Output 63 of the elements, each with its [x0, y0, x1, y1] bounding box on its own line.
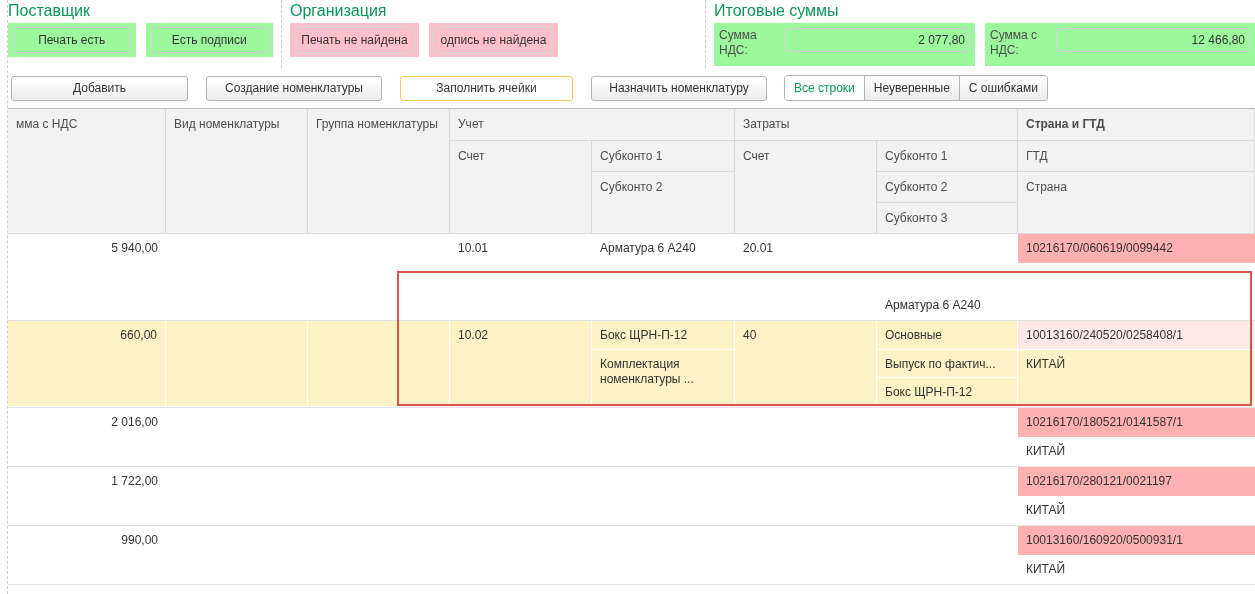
status-badge: Печать не найдена [290, 23, 419, 57]
column-header: Субконто 1 [600, 149, 663, 163]
toolbar-button[interactable]: Добавить [11, 75, 188, 101]
table-cell: 20.01 [743, 241, 774, 255]
gtd-cell: 10013160/160920/0500931/1 [1026, 533, 1183, 547]
table-row[interactable]: 990,00 10013160/160920/0500931/1 КИТАЙ [8, 526, 1255, 585]
column-header: ГТД [1026, 149, 1048, 163]
gtd-cell: 10013160/240520/0258408/1 [1026, 328, 1183, 342]
column-header: Вид номенклатуры [174, 117, 280, 131]
table-cell: Бокс ЩРН-П-12 [885, 385, 973, 399]
total-field: 12 466,80 [1056, 28, 1250, 52]
table-cell: КИТАЙ [1026, 503, 1066, 517]
table-cell: Арматура 6 А240 [885, 298, 981, 312]
column-header: Счет [458, 149, 485, 163]
table-row[interactable]: 660,00 10.02 Бокс ЩРН-П-12 Комплектация номенклатуры ... 40 Основные Выпуск по фактич... Бокс ЩРН-П-12 10013160/240520/0258408/1 КИТАЙ [8, 321, 1255, 408]
column-header: мма с НДС [16, 117, 78, 131]
filter-tab[interactable]: Неуверенные [864, 76, 960, 100]
column-header: Затраты [743, 117, 790, 131]
table-cell: КИТАЙ [1026, 562, 1066, 576]
table-cell: КИТАЙ [1026, 357, 1066, 371]
column-header: Страна [1026, 180, 1067, 194]
filter-tab[interactable]: Все строки [785, 76, 865, 100]
gtd-cell: 10216170/280121/0021197 [1026, 474, 1172, 488]
table-row[interactable]: 5 940,00 10.01 Арматура 6 А240 20.01 Арматура 6 А240 10216170/060619/0099442 [8, 234, 1255, 321]
toolbar-button[interactable]: Заполнить ячейки [400, 75, 573, 101]
column-header: Учет [458, 117, 484, 131]
total-label: Сумма НДС: [719, 28, 758, 58]
table-cell: Бокс ЩРН-П-12 [600, 328, 688, 342]
table-cell: 5 940,00 [111, 241, 158, 255]
column-header: Субконто 2 [600, 180, 663, 194]
status-badge: одпись не найдена [429, 23, 558, 57]
toolbar-button[interactable]: Создание номенклатуры [206, 75, 382, 101]
table-cell: 10.01 [458, 241, 489, 255]
column-header: Субконто 1 [885, 149, 948, 163]
table-cell: КИТАЙ [1026, 444, 1066, 458]
filter-tab[interactable]: С ошибками [959, 76, 1047, 100]
total-label: Сумма с НДС: [990, 28, 1039, 58]
table-cell: Арматура 6 А240 [600, 241, 696, 255]
status-badge: Печать есть [8, 23, 136, 57]
gtd-cell: 10216170/060619/0099442 [1026, 241, 1173, 255]
table-row[interactable]: 1 722,00 10216170/280121/0021197 КИТАЙ [8, 467, 1255, 526]
section-title: Поставщик [8, 1, 92, 21]
section-title: Организация [290, 1, 388, 21]
column-header: Страна и ГТД [1026, 117, 1105, 131]
table-row[interactable]: 2 016,00 10216170/180521/0141587/1 КИТАЙ [8, 408, 1255, 467]
table-cell: 1 722,00 [111, 474, 158, 488]
table-cell: 990,00 [121, 533, 158, 547]
toolbar-button[interactable]: Назначить номенклатуру [591, 75, 767, 101]
table-cell: 2 016,00 [111, 415, 158, 429]
total-field: 2 077,80 [785, 28, 970, 52]
column-header: Субконто 3 [885, 211, 948, 225]
table-cell: Основные [885, 328, 942, 342]
table-cell: 10.02 [458, 328, 489, 342]
table-cell: Комплектация номенклатуры ... [600, 357, 694, 386]
column-header: Счет [743, 149, 770, 163]
table-cell: Выпуск по фактич... [885, 357, 996, 371]
table-cell: 40 [743, 328, 757, 342]
gtd-cell: 10216170/180521/0141587/1 [1026, 415, 1183, 429]
column-header: Группа номенклатуры [316, 117, 438, 131]
status-badge: Есть подписи [145, 23, 273, 57]
column-header: Субконто 2 [885, 180, 948, 194]
section-title: Итоговые суммы [714, 1, 840, 21]
table-cell: 660,00 [120, 328, 157, 342]
